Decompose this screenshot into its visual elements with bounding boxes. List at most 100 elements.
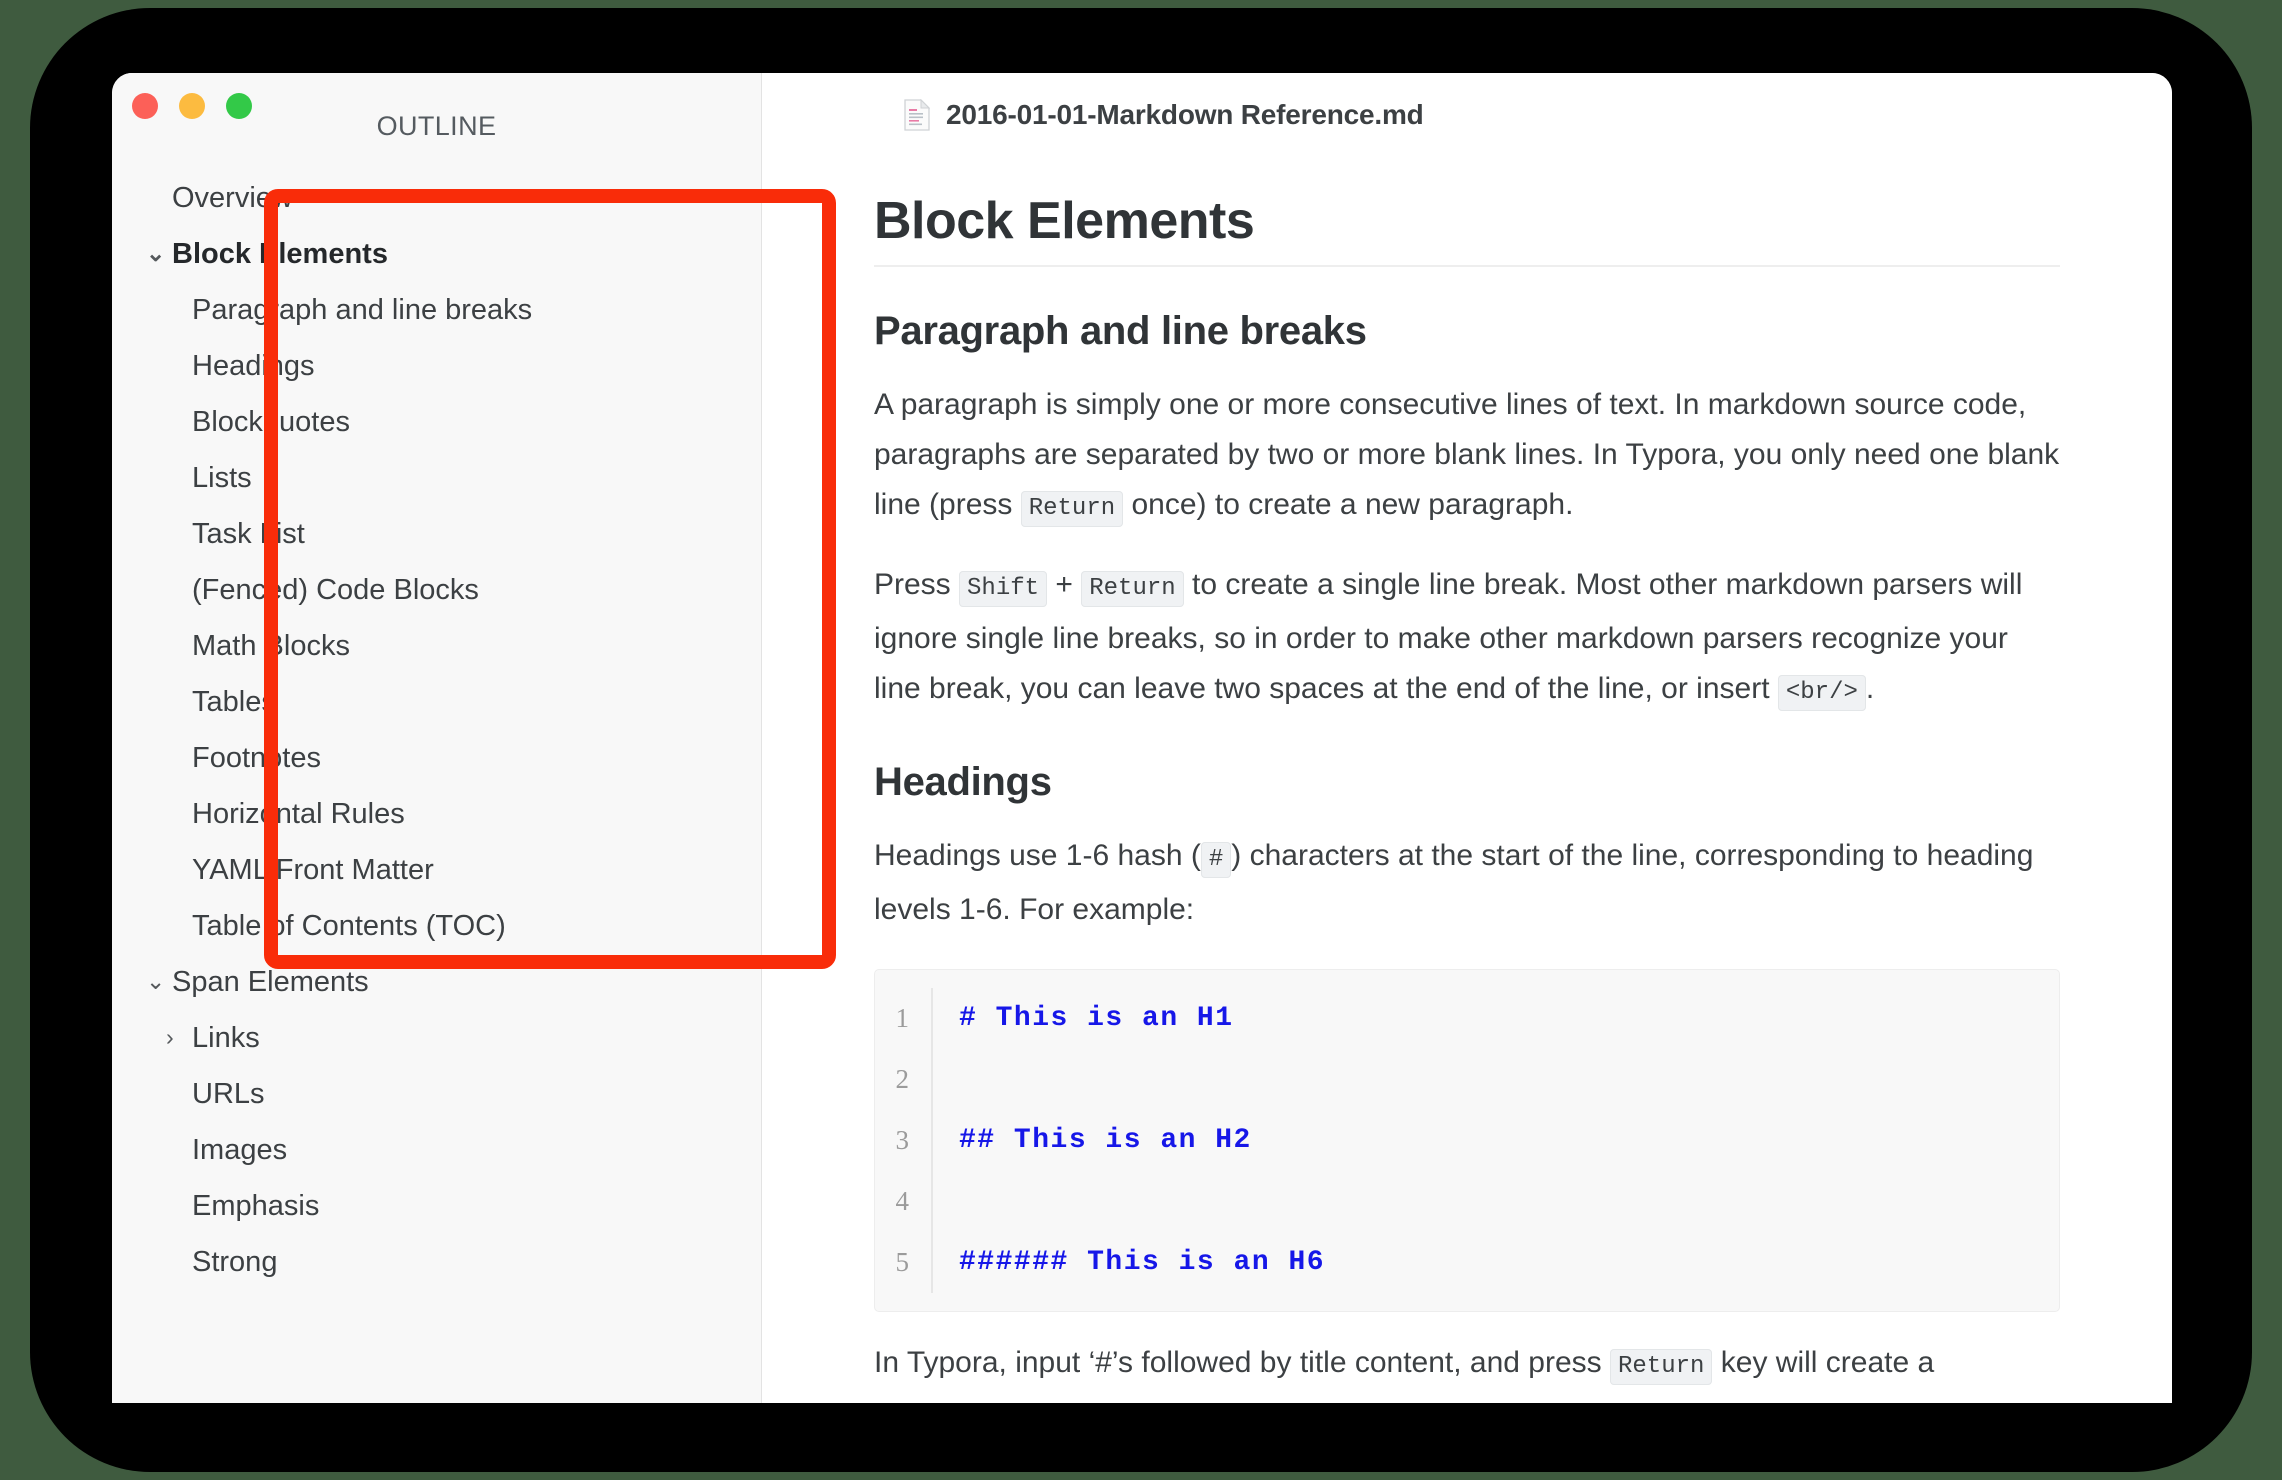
chevron-placeholder: › (166, 354, 192, 377)
chevron-placeholder: › (166, 522, 192, 545)
outline-item-label: Block Elements (172, 238, 388, 270)
paragraph: Press Shift + Return to create a single … (874, 560, 2060, 718)
code-line-text: ## This is an H2 (959, 1125, 1252, 1156)
inline-code: # (1200, 842, 1232, 878)
outline-item-strong[interactable]: ›Strong (112, 1234, 761, 1290)
code-line: 3 ## This is an H2 (875, 1110, 2059, 1171)
window-controls (132, 93, 252, 119)
outline-item-block-elements[interactable]: ⌄ Block Elements (112, 226, 761, 282)
code-line: 4 (875, 1171, 2059, 1232)
chevron-placeholder: › (166, 466, 192, 489)
code-line: 1 # This is an H1 (875, 988, 2059, 1049)
outline-item-links[interactable]: › Links (112, 1010, 761, 1066)
chevron-placeholder: › (166, 690, 192, 713)
zoom-button[interactable] (226, 93, 252, 119)
code-line: 5 ###### This is an H6 (875, 1232, 2059, 1293)
outline-list: ›Overview⌄Block Elements›Paragraph and l… (112, 152, 761, 1290)
inline-code: <br/> (1777, 675, 1866, 711)
outline-item-footnotes[interactable]: ›Footnotes (112, 730, 761, 786)
chevron-placeholder: › (166, 914, 192, 937)
outline-item-label: Links (192, 1022, 260, 1054)
outline-item-label: Headings (192, 350, 315, 382)
code-line-text: ###### This is an H6 (959, 1247, 1326, 1278)
outline-item-headings[interactable]: ›Headings (112, 338, 761, 394)
paragraph: Headings use 1-6 hash (#) characters at … (874, 839, 2034, 926)
outline-item-label: Horizontal Rules (192, 798, 405, 830)
chevron-placeholder: › (166, 298, 192, 321)
code-line-number: 4 (875, 1171, 933, 1232)
outline-item-urls[interactable]: ›URLs (112, 1066, 761, 1122)
chevron-placeholder: › (166, 746, 192, 769)
outline-item-span-elements[interactable]: ⌄ Span Elements (112, 954, 761, 1010)
outline-item-label: Math Blocks (192, 630, 350, 662)
chevron-placeholder: › (166, 1138, 192, 1161)
chevron-down-icon[interactable]: ⌄ (146, 241, 172, 265)
outline-item-overview[interactable]: ›Overview (112, 170, 761, 226)
outline-item-label: Task List (192, 518, 305, 550)
outline-item-label: Strong (192, 1246, 278, 1278)
outline-item-label: (Fenced) Code Blocks (192, 574, 479, 606)
outline-item-tables[interactable]: ›Tables (112, 674, 761, 730)
heading-paragraph-and-line-breaks: Paragraph and line breaks (874, 309, 1367, 353)
outline-item-math-blocks[interactable]: ›Math Blocks (112, 618, 761, 674)
inline-code: Return (1610, 1349, 1713, 1385)
document-titlebar: 2016-01-01-Markdown Reference.md (762, 73, 2172, 143)
code-line-number: 2 (875, 1049, 933, 1110)
chevron-placeholder: › (166, 802, 192, 825)
outline-item-lists[interactable]: ›Lists (112, 450, 761, 506)
code-line-number: 5 (875, 1232, 933, 1293)
document-body: Block Elements Paragraph and line breaks… (762, 191, 2172, 1392)
outline-item-label: Overview (172, 182, 293, 214)
outline-item-paragraph-and-line-breaks[interactable]: ›Paragraph and line breaks (112, 282, 761, 338)
inline-code: Return (1081, 571, 1184, 607)
paragraph: In Typora, input ‘#’s followed by title … (874, 1338, 2060, 1392)
inline-code: Return (1020, 491, 1124, 527)
minimize-button[interactable] (179, 93, 205, 119)
editor-pane: 2016-01-01-Markdown Reference.md Block E… (762, 73, 2172, 1403)
outline-item-label: Footnotes (192, 742, 321, 774)
chevron-right-icon[interactable]: › (166, 1025, 192, 1049)
document-icon (904, 98, 931, 131)
chevron-placeholder: › (166, 634, 192, 657)
chevron-placeholder: › (146, 186, 172, 209)
chevron-placeholder: › (166, 858, 192, 881)
outline-item-label: YAML Front Matter (192, 854, 434, 886)
outline-sidebar: OUTLINE ›Overview⌄Block Elements›Paragra… (112, 73, 762, 1403)
outline-item-table-of-contents-toc[interactable]: ›Table of Contents (TOC) (112, 898, 761, 954)
typora-window: OUTLINE ›Overview⌄Block Elements›Paragra… (112, 73, 2172, 1403)
outline-item-label: Table of Contents (TOC) (192, 910, 506, 942)
document-title: 2016-01-01-Markdown Reference.md (946, 99, 1424, 130)
chevron-down-icon[interactable]: ⌄ (146, 969, 172, 993)
outline-item-label: Blockquotes (192, 406, 350, 438)
outline-item-label: Images (192, 1134, 288, 1166)
outline-item-label: Emphasis (192, 1190, 320, 1222)
outline-item-blockquotes[interactable]: ›Blockquotes (112, 394, 761, 450)
close-button[interactable] (132, 93, 158, 119)
chevron-placeholder: › (166, 1082, 192, 1105)
chevron-placeholder: › (166, 1194, 192, 1217)
outline-item-label: URLs (192, 1078, 265, 1110)
code-line-text: # This is an H1 (959, 1003, 1234, 1034)
inline-code: Shift (959, 571, 1048, 607)
document-sections: Paragraph and line breaks A paragraph is … (874, 309, 2060, 1392)
outline-item-label: Paragraph and line breaks (192, 294, 533, 326)
code-line-number: 1 (875, 988, 933, 1049)
heading-block-elements: Block Elements (874, 191, 2060, 267)
outline-item-horizontal-rules[interactable]: ›Horizontal Rules (112, 786, 761, 842)
chevron-placeholder: › (166, 410, 192, 433)
code-line-number: 3 (875, 1110, 933, 1171)
outline-item-images[interactable]: ›Images (112, 1122, 761, 1178)
outline-item-task-list[interactable]: ›Task List (112, 506, 761, 562)
outline-item-yaml-front-matter[interactable]: ›YAML Front Matter (112, 842, 761, 898)
outline-item-fenced-code-blocks[interactable]: ›(Fenced) Code Blocks (112, 562, 761, 618)
heading-headings: Headings (874, 760, 1052, 804)
code-block[interactable]: 1 # This is an H1 2 3 ## This is an H2 4 5 ####… (874, 969, 2060, 1312)
chevron-placeholder: › (166, 1250, 192, 1273)
code-line: 2 (875, 1049, 2059, 1110)
outline-item-label: Tables (192, 686, 276, 718)
paragraph: A paragraph is simply one or more consec… (874, 380, 2060, 534)
outline-item-label: Lists (192, 462, 252, 494)
outline-item-emphasis[interactable]: ›Emphasis (112, 1178, 761, 1234)
outline-item-label: Span Elements (172, 966, 369, 998)
chevron-placeholder: › (166, 578, 192, 601)
